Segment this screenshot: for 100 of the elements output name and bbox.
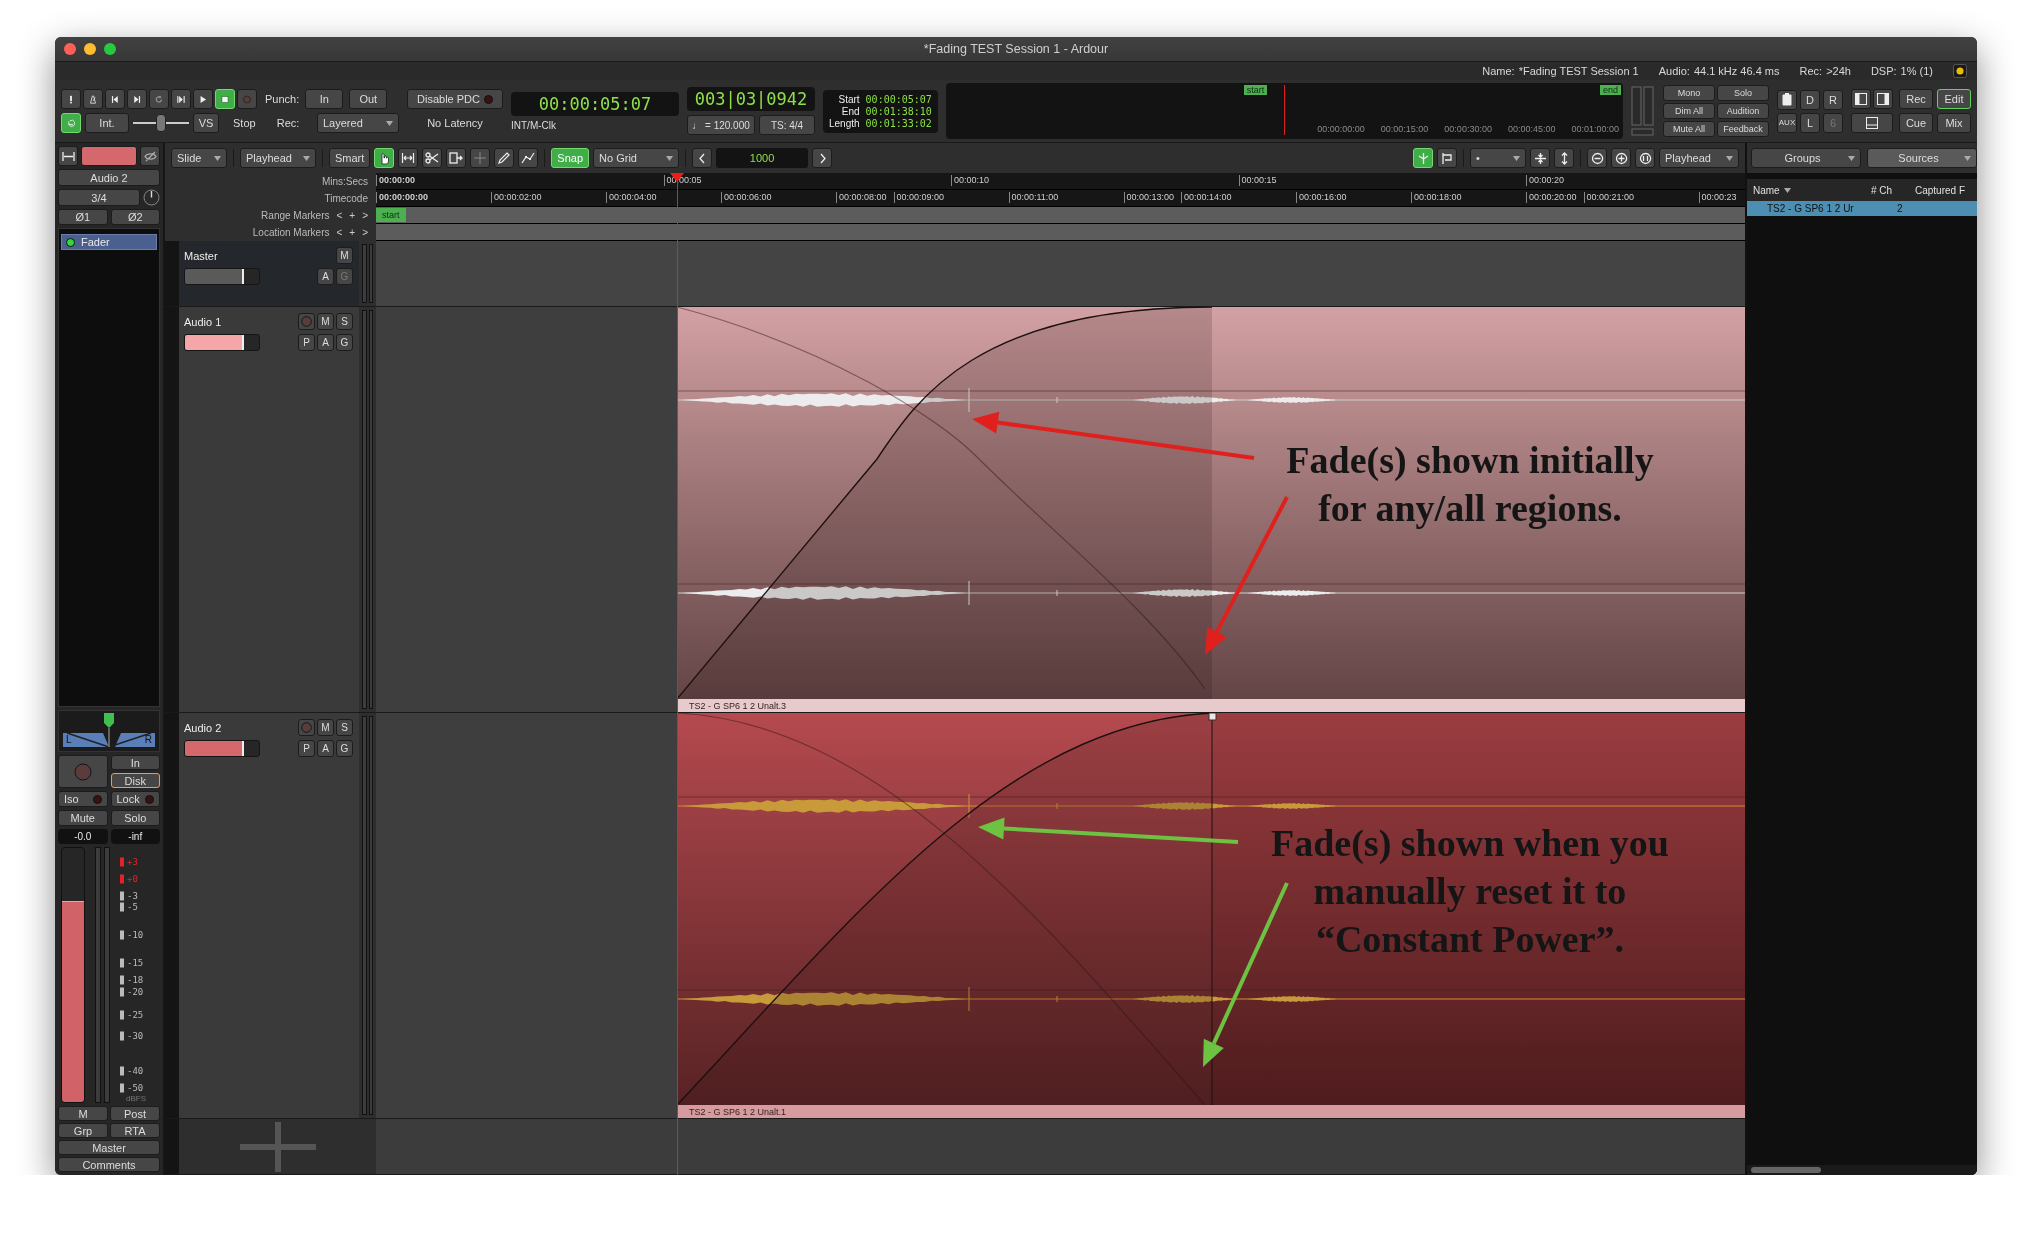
smart-mode-button[interactable]: Smart (329, 148, 371, 168)
input-button[interactable]: 3/4 (58, 189, 140, 206)
panic-button[interactable] (61, 89, 81, 109)
track-color-bar[interactable] (81, 146, 137, 166)
column-header[interactable]: Captured F (1915, 184, 1966, 196)
source-row[interactable]: TS2 - G SP6 1 2 Ur 2 (1747, 201, 1977, 216)
range-marker[interactable]: start (376, 208, 406, 222)
monitor-button[interactable]: Mono (1663, 85, 1715, 101)
mixer-button[interactable]: D (1800, 89, 1820, 110)
column-header[interactable]: Name (1753, 184, 1780, 196)
monitor-input-button[interactable]: In (110, 755, 160, 770)
zoom-session-button[interactable] (1635, 148, 1655, 168)
track-button[interactable]: P (298, 740, 315, 757)
mixer-button[interactable]: R (1823, 89, 1843, 110)
add-marker-button[interactable]: + (349, 227, 356, 238)
window-tab[interactable]: Cue (1899, 113, 1933, 133)
next-marker-button[interactable]: > (362, 227, 368, 238)
processor-item[interactable]: Fader (61, 234, 157, 250)
window-tab[interactable]: Rec (1899, 89, 1933, 109)
ripple-mode-dropdown[interactable]: Playhead (240, 148, 316, 168)
add-marker-button[interactable]: + (349, 210, 356, 221)
track-button[interactable]: A (317, 268, 334, 285)
phase-invert-button[interactable]: Ø2 (110, 209, 160, 225)
window-tab[interactable]: Edit (1937, 89, 1971, 109)
next-marker-button[interactable]: > (362, 210, 368, 221)
monitor-button[interactable]: Mute All (1663, 121, 1715, 137)
sidebar-tab[interactable]: Groups (1751, 148, 1861, 168)
tool-button[interactable] (494, 148, 515, 168)
mixer-button[interactable]: AUX (1777, 112, 1797, 133)
edit-mode-dropdown[interactable]: Slide (171, 148, 227, 168)
isolate-button[interactable]: Lock (110, 791, 160, 807)
window-tab[interactable]: Mix (1937, 113, 1971, 133)
monitor-input-button[interactable]: Disk (110, 773, 160, 788)
play-button[interactable] (193, 89, 213, 109)
track-gain-fader[interactable] (184, 740, 260, 757)
audio-region[interactable] (677, 307, 1745, 699)
track-gain-fader[interactable] (184, 334, 260, 351)
punch-in-button[interactable]: In (305, 89, 344, 109)
track-button[interactable]: M (317, 719, 334, 736)
monitor-button[interactable]: Solo (1717, 85, 1769, 101)
shuttle-slider[interactable] (133, 113, 189, 133)
grid-dropdown[interactable]: No Grid (593, 148, 680, 168)
track-button[interactable]: A (317, 740, 334, 757)
mute-button[interactable]: Mute (58, 810, 108, 826)
tempo-button[interactable]: ♩ = 120.000 (687, 115, 755, 135)
hide-button[interactable] (140, 146, 160, 166)
zoom-in-button[interactable] (1611, 148, 1631, 168)
previous-marker-button[interactable]: < (336, 210, 343, 221)
stationary-playhead-button[interactable] (1437, 148, 1457, 168)
internal-sync-button[interactable]: Int. (85, 113, 129, 133)
strip-button[interactable]: Comments (58, 1157, 160, 1172)
mixer-button[interactable]: L (1800, 112, 1820, 133)
primary-clock[interactable]: 00:00:05:07 (511, 91, 679, 116)
visible-tracks-dropdown[interactable]: • (1470, 148, 1526, 168)
clipboard-button[interactable] (1777, 89, 1797, 110)
track-button[interactable]: S (336, 313, 353, 330)
loop-button[interactable] (149, 89, 169, 109)
zoom-focus-dropdown[interactable]: Playhead (1659, 148, 1739, 168)
metronome-button[interactable] (83, 89, 103, 109)
phase-invert-button[interactable]: Ø1 (58, 209, 108, 225)
monitor-button[interactable]: Dim All (1663, 103, 1715, 119)
audio-region[interactable] (677, 713, 1745, 1105)
vari-speed-button[interactable]: VS (193, 113, 219, 133)
meter-button[interactable]: TS: 4/4 (759, 115, 815, 135)
secondary-clock[interactable]: 003|03|0942 (687, 87, 815, 111)
slider-thumb[interactable] (156, 114, 166, 132)
stop-button[interactable] (215, 89, 235, 109)
strip-button[interactable]: RTA (110, 1123, 160, 1138)
track-button[interactable]: M (317, 313, 334, 330)
strip-button[interactable]: Master (58, 1140, 160, 1155)
zoom-out-button[interactable] (1587, 148, 1607, 168)
sidebar-tab[interactable]: Sources (1867, 148, 1977, 168)
width-button[interactable] (58, 146, 78, 166)
record-mode-dropdown[interactable]: Layered (317, 113, 399, 133)
solo-button[interactable]: Solo (110, 810, 160, 826)
mixer-list-toggle[interactable] (1873, 89, 1893, 109)
track-button[interactable]: G (336, 740, 353, 757)
nudge-forward-button[interactable] (812, 148, 833, 168)
follow-playhead-button[interactable] (1413, 148, 1433, 168)
tool-button[interactable] (518, 148, 539, 168)
strip-button[interactable]: Grp (58, 1123, 108, 1138)
track-button[interactable]: S (336, 719, 353, 736)
zoom-button[interactable] (104, 43, 116, 55)
gain-fader[interactable] (61, 847, 85, 1103)
monitor-button[interactable]: Audition (1717, 103, 1769, 119)
processor-active-dot[interactable] (66, 237, 75, 247)
track-gain-fader[interactable] (184, 268, 260, 285)
expand-tracks-button[interactable] (1554, 148, 1574, 168)
minimize-button[interactable] (84, 43, 96, 55)
strip-button[interactable]: Post (110, 1106, 160, 1121)
disable-pdc-button[interactable]: Disable PDC (407, 89, 503, 109)
editor-list-toggle[interactable] (1851, 89, 1871, 109)
tool-button[interactable] (422, 148, 443, 168)
track-button[interactable]: G (336, 334, 353, 351)
to-start-button[interactable] (105, 89, 125, 109)
isolate-button[interactable]: Iso (58, 791, 108, 807)
strip-button[interactable]: M (58, 1106, 108, 1121)
tool-button[interactable] (398, 148, 419, 168)
panner-control[interactable]: L R (58, 710, 160, 752)
nudge-back-button[interactable] (692, 148, 713, 168)
